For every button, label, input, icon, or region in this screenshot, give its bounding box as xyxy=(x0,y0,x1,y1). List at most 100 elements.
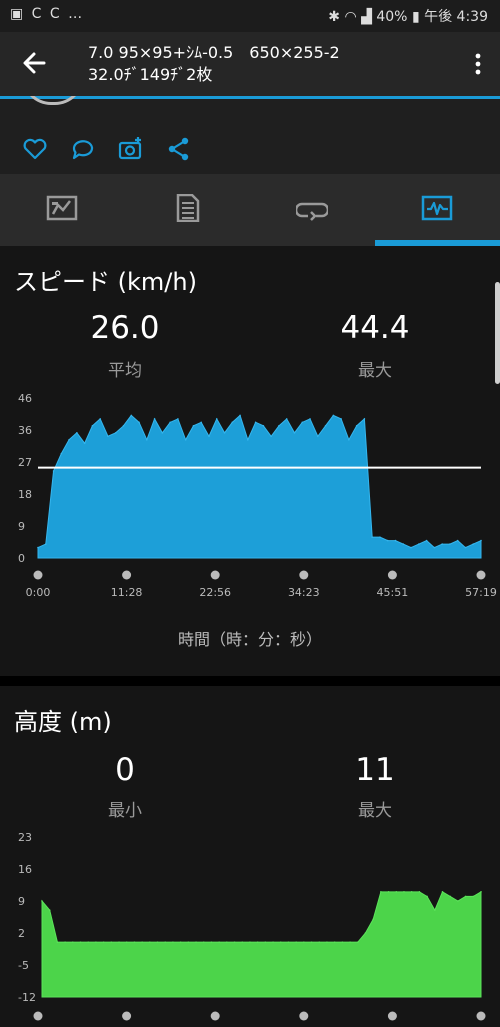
data-point xyxy=(480,891,482,893)
y-tick-label: 2 xyxy=(18,927,25,940)
title-line-1: 7.0 95×95+ｼﾑ-0.5 650×255-2 xyxy=(88,43,340,62)
data-point xyxy=(87,941,90,943)
data-point xyxy=(403,891,405,893)
speed-max-label: 最大 xyxy=(358,361,392,381)
elevation-min-label: 最小 xyxy=(108,801,142,821)
x-tick-label: 45:51 xyxy=(377,586,409,599)
data-point xyxy=(99,418,101,420)
tab-laps[interactable] xyxy=(250,174,375,246)
data-point xyxy=(76,431,78,434)
y-tick-label: 23 xyxy=(18,831,32,844)
y-tick-label: 9 xyxy=(18,895,25,908)
data-point xyxy=(326,941,328,943)
data-point xyxy=(441,891,444,893)
share-icon[interactable] xyxy=(166,136,192,162)
data-point xyxy=(161,431,164,434)
data-point xyxy=(241,941,244,943)
data-point xyxy=(130,414,133,417)
speed-area xyxy=(37,414,482,559)
data-point xyxy=(192,425,195,427)
x-tick-label: 0:00 xyxy=(26,586,51,599)
data-point xyxy=(218,941,220,943)
data-point xyxy=(364,932,367,934)
app-bar: 7.0 95×95+ｼﾑ-0.5 650×255-2 32.0ﾁﾞ149ﾁﾞ2枚 xyxy=(0,32,500,96)
data-point xyxy=(418,543,420,545)
speed-heading: スピード (km/h) xyxy=(14,268,197,296)
data-point xyxy=(56,941,59,943)
data-point xyxy=(380,891,382,893)
data-point xyxy=(239,414,241,417)
signal-icon: ▟ xyxy=(361,9,372,25)
data-point xyxy=(433,546,436,549)
data-point xyxy=(379,536,381,538)
like-heart-icon[interactable] xyxy=(22,136,48,162)
data-point xyxy=(293,431,296,434)
data-point xyxy=(156,941,159,943)
bluetooth-icon: ✱ xyxy=(328,9,340,25)
tab-details[interactable] xyxy=(125,174,250,246)
data-point xyxy=(303,941,305,943)
data-point xyxy=(464,546,467,549)
back-arrow-icon[interactable] xyxy=(18,46,52,80)
x-tick-dot xyxy=(210,1011,220,1021)
tab-bar xyxy=(0,174,500,246)
speed-chart[interactable]: 46 36 27 18 9 0 0:00 11:28 22:56 34:23 45:51 57:19 xyxy=(0,386,500,606)
data-point xyxy=(146,438,148,441)
activity-header-partial xyxy=(0,96,500,124)
charts-icon xyxy=(421,195,453,221)
data-point xyxy=(202,941,205,943)
data-point xyxy=(125,941,128,943)
comment-icon[interactable] xyxy=(70,136,96,162)
data-point xyxy=(68,438,70,441)
x-tick-label: 11:28 xyxy=(111,586,143,599)
data-point xyxy=(102,941,105,943)
data-point xyxy=(72,941,74,943)
data-point xyxy=(464,895,467,898)
data-point xyxy=(195,941,197,943)
data-point xyxy=(310,941,313,943)
data-point xyxy=(247,438,249,441)
more-options-icon[interactable] xyxy=(472,52,484,76)
x-tick-dot xyxy=(476,1011,486,1021)
tab-overview[interactable] xyxy=(0,174,125,246)
data-point xyxy=(372,918,374,921)
laps-icon xyxy=(296,202,328,221)
tab-charts[interactable] xyxy=(375,174,500,246)
elevation-area xyxy=(41,890,482,998)
notification-icons: ▣ C C … xyxy=(10,6,85,22)
data-point xyxy=(262,425,265,427)
x-tick-dot xyxy=(387,570,397,580)
y-tick-label: 27 xyxy=(18,456,32,469)
data-point xyxy=(363,418,366,420)
data-point xyxy=(114,431,117,434)
y-tick-label: 46 xyxy=(18,392,32,405)
y-tick-label: 36 xyxy=(18,424,32,437)
data-point xyxy=(118,941,120,943)
data-point xyxy=(395,891,398,893)
data-point xyxy=(37,546,39,549)
data-point xyxy=(184,438,187,441)
data-point xyxy=(107,435,109,438)
speed-max-value: 44.4 xyxy=(340,310,410,346)
data-point xyxy=(457,900,459,902)
x-tick-dot xyxy=(476,570,486,580)
data-point xyxy=(210,941,213,943)
scrollbar-thumb[interactable] xyxy=(495,282,500,384)
data-point xyxy=(456,539,459,542)
data-point xyxy=(52,470,55,472)
data-point xyxy=(410,546,412,549)
data-point xyxy=(285,418,288,420)
x-tick-dot xyxy=(33,570,43,580)
data-point xyxy=(187,941,190,943)
status-right: ✱ ◠ ▟ 40% ▮ 午後 4:39 xyxy=(328,6,488,26)
data-point xyxy=(254,421,257,424)
data-point xyxy=(233,941,236,943)
data-point xyxy=(426,895,428,898)
battery-percent: 40% xyxy=(376,9,408,25)
data-point xyxy=(449,895,451,898)
elevation-chart[interactable]: 23 16 9 2 -5 -12 xyxy=(0,826,500,1027)
x-tick-dot xyxy=(387,1011,397,1021)
y-tick-label: 18 xyxy=(18,488,32,501)
add-photo-icon[interactable] xyxy=(118,136,144,162)
data-point xyxy=(60,452,63,455)
